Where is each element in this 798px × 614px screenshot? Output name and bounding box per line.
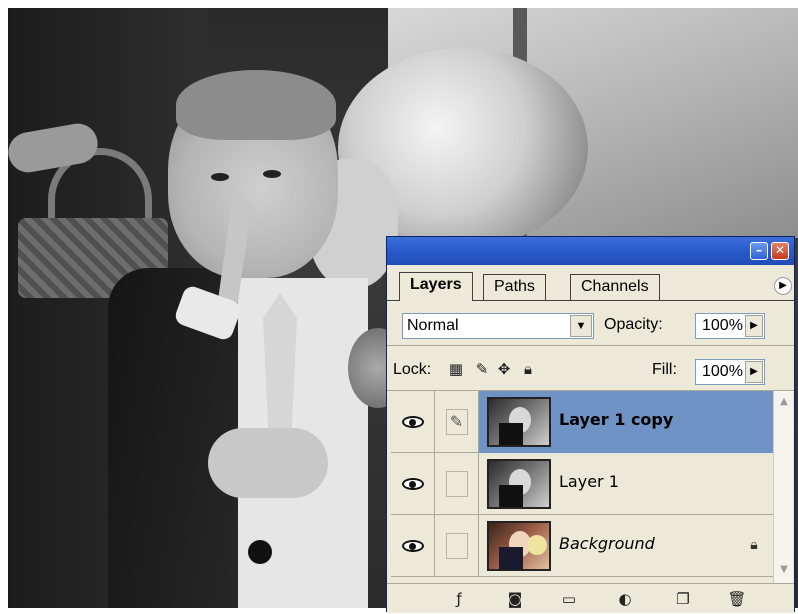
minimize-button[interactable]: – [750,242,768,260]
eye-icon [401,416,424,428]
layers-list: ✎ Layer 1 copy Layer 1 Background 🔒︎ [391,391,773,583]
opacity-label: Opacity: [604,316,663,333]
brush-icon: ✎ [445,409,468,435]
eye-icon [401,540,424,552]
blend-row: Normal ▼ Opacity: 100% ▶ [387,301,794,345]
layer-name-cell[interactable]: Layer 1 [479,453,773,515]
link-empty-box [445,471,468,497]
layer-link-cell[interactable]: ✎ [435,391,479,453]
lock-image-pixels-icon[interactable]: ✎ [473,360,491,378]
layer-thumbnail [487,521,551,571]
layer-name: Layer 1 [559,472,619,491]
new-layer-icon[interactable]: ❐ [673,590,693,608]
visibility-toggle[interactable] [391,453,435,515]
tab-channels[interactable]: Channels [570,274,660,300]
layer-link-cell[interactable] [435,515,479,577]
tab-layers[interactable]: Layers [399,272,473,301]
layer-thumbnail [487,397,551,447]
layer-row[interactable]: ✎ Layer 1 copy [391,391,773,453]
fill-label: Fill: [652,361,677,378]
add-layer-style-icon[interactable]: ƒ [449,590,469,608]
scroll-up-icon[interactable]: ▲ [777,395,791,409]
layers-scrollbar[interactable]: ▲ ▼ [773,391,793,583]
lock-row: Lock: ▦ ✎ ✥ 🔒︎ Fill: 100% ▶ [387,347,794,391]
lock-all-icon[interactable]: 🔒︎ [519,360,537,378]
layer-row[interactable]: Background 🔒︎ [391,515,773,577]
fill-field[interactable]: 100% ▶ [695,359,765,385]
new-group-icon[interactable]: ▭ [559,590,579,608]
chevron-down-icon[interactable]: ▼ [570,315,592,337]
palette-titlebar[interactable]: – ✕ [387,237,794,265]
tab-paths[interactable]: Paths [483,274,546,300]
delete-layer-icon[interactable]: 🗑︎ [727,590,747,608]
layer-name-cell[interactable]: Background 🔒︎ [479,515,773,577]
layer-link-cell[interactable] [435,453,479,515]
scroll-down-icon[interactable]: ▼ [777,563,791,577]
close-button[interactable]: ✕ [771,242,789,260]
fill-value: 100% [702,363,743,380]
layer-name: Background [559,534,655,553]
add-mask-icon[interactable]: ◙ [505,590,525,608]
lock-icon: 🔒︎ [750,537,758,553]
fill-slider-toggle[interactable]: ▶ [745,361,763,383]
visibility-toggle[interactable] [391,515,435,577]
link-empty-box [445,533,468,559]
lock-label: Lock: [393,361,432,378]
layers-palette: – ✕ Layers Paths Channels ▶ Normal ▼ Opa… [386,236,795,613]
lock-position-icon[interactable]: ✥ [495,360,513,378]
layer-name: Layer 1 copy [559,410,674,429]
layer-row[interactable]: Layer 1 [391,453,773,515]
palette-footer: ƒ ◙ ▭ ◐ ❐ 🗑︎ [387,583,794,613]
eye-icon [401,478,424,490]
palette-tabs: Layers Paths Channels ▶ [387,265,794,301]
lock-transparent-pixels-icon[interactable]: ▦ [447,360,465,378]
opacity-field[interactable]: 100% ▶ [695,313,765,339]
layer-name-cell[interactable]: Layer 1 copy [479,391,773,453]
blend-mode-value: Normal [407,317,459,334]
layer-thumbnail [487,459,551,509]
palette-menu-icon[interactable]: ▶ [774,277,792,295]
blend-mode-select[interactable]: Normal ▼ [402,313,594,339]
new-adjustment-layer-icon[interactable]: ◐ [615,590,635,608]
opacity-slider-toggle[interactable]: ▶ [745,315,763,337]
opacity-value: 100% [702,317,743,334]
visibility-toggle[interactable] [391,391,435,453]
